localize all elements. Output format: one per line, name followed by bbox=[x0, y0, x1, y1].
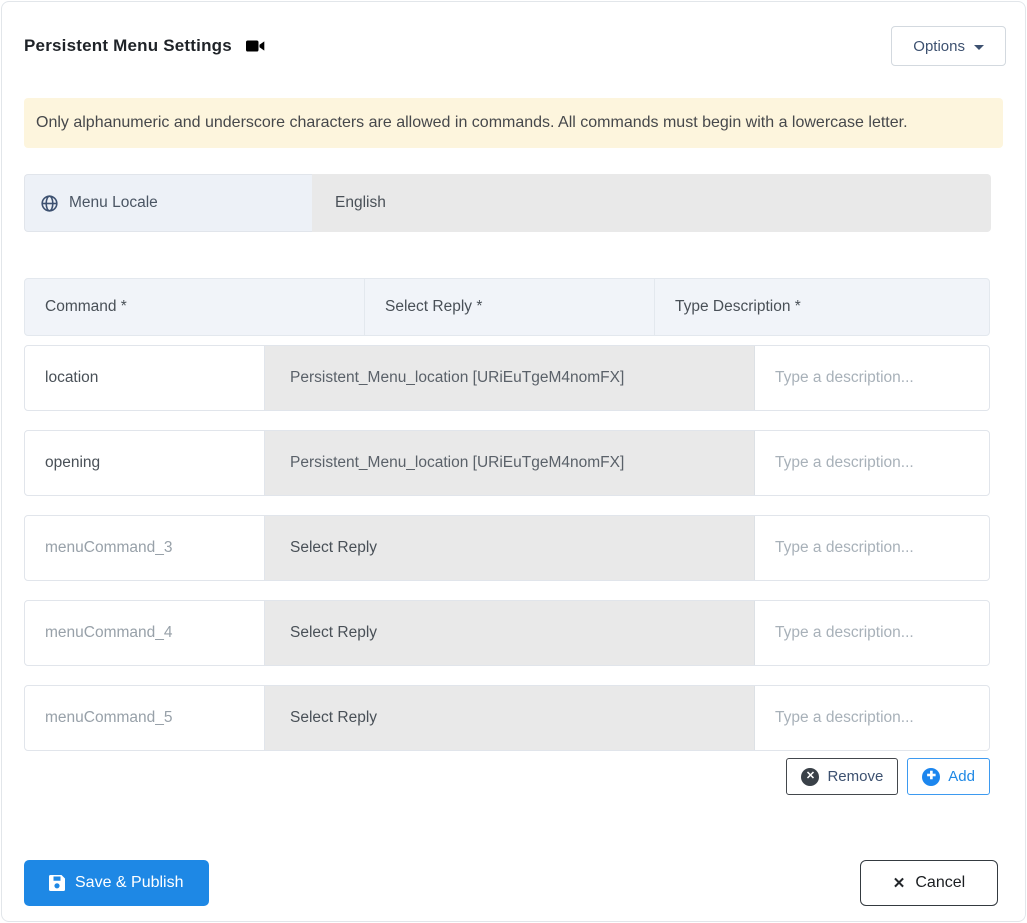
circle-x-icon: ✕ bbox=[801, 767, 820, 786]
command-input[interactable] bbox=[25, 686, 265, 750]
caret-down-icon bbox=[974, 44, 984, 50]
select-reply-value: Select Reply bbox=[290, 624, 378, 641]
select-reply-value: Persistent_Menu_location [URiEuTgeM4nomF… bbox=[290, 369, 625, 386]
save-publish-button[interactable]: Save & Publish bbox=[24, 860, 209, 906]
table-row: Persistent_Menu_location [URiEuTgeM4nomF… bbox=[24, 345, 990, 411]
options-button[interactable]: Options bbox=[891, 26, 1006, 66]
floppy-disk-icon bbox=[49, 875, 65, 891]
header-select-reply: Select Reply * bbox=[365, 279, 655, 335]
select-reply-value: Select Reply bbox=[290, 539, 378, 556]
table-row: Persistent_Menu_location [URiEuTgeM4nomF… bbox=[24, 430, 990, 496]
command-input[interactable] bbox=[25, 346, 265, 410]
description-input[interactable] bbox=[755, 601, 989, 665]
menu-locale-group: Menu Locale English bbox=[24, 174, 991, 232]
select-reply-dropdown[interactable]: Select Reply bbox=[265, 686, 755, 750]
command-input[interactable] bbox=[25, 431, 265, 495]
video-camera-icon bbox=[245, 38, 265, 54]
command-rules-notice: Only alphanumeric and underscore charact… bbox=[24, 98, 1003, 148]
remove-row-button[interactable]: ✕ Remove bbox=[786, 758, 899, 795]
add-button-label: Add bbox=[948, 768, 975, 785]
row-actions: ✕ Remove ✚ Add bbox=[24, 758, 990, 795]
globe-icon bbox=[41, 194, 58, 212]
menu-locale-value: English bbox=[312, 174, 991, 232]
x-mark-icon: ✕ bbox=[892, 875, 906, 892]
select-reply-value: Select Reply bbox=[290, 709, 378, 726]
table-row: Select Reply bbox=[24, 515, 990, 581]
panel-header: Persistent Menu Settings Options bbox=[2, 26, 1025, 66]
description-input[interactable] bbox=[755, 686, 989, 750]
remove-button-label: Remove bbox=[827, 768, 884, 785]
table-row: Select Reply bbox=[24, 685, 990, 751]
select-reply-dropdown[interactable]: Select Reply bbox=[265, 516, 755, 580]
description-input[interactable] bbox=[755, 516, 989, 580]
table-row: Select Reply bbox=[24, 600, 990, 666]
circle-plus-icon: ✚ bbox=[922, 767, 941, 786]
description-input[interactable] bbox=[755, 431, 989, 495]
command-input[interactable] bbox=[25, 601, 265, 665]
description-input[interactable] bbox=[755, 346, 989, 410]
menu-locale-label-text: Menu Locale bbox=[69, 194, 158, 211]
add-row-button[interactable]: ✚ Add bbox=[907, 758, 990, 795]
page-title: Persistent Menu Settings bbox=[24, 36, 232, 55]
save-button-label: Save & Publish bbox=[75, 874, 184, 891]
panel-footer: Save & Publish ✕ Cancel bbox=[2, 860, 1025, 906]
persistent-menu-settings-panel: Persistent Menu Settings Options Only al… bbox=[1, 1, 1026, 922]
cancel-button-label: Cancel bbox=[915, 874, 966, 891]
select-reply-dropdown[interactable]: Persistent_Menu_location [URiEuTgeM4nomF… bbox=[265, 431, 755, 495]
options-button-label: Options bbox=[913, 37, 965, 55]
menu-locale-label: Menu Locale bbox=[24, 174, 312, 232]
menu-locale-value-text: English bbox=[335, 194, 386, 211]
header-type-description: Type Description * bbox=[675, 298, 801, 315]
notice-text: Only alphanumeric and underscore charact… bbox=[36, 114, 908, 131]
header-command: Command * bbox=[25, 279, 365, 335]
select-reply-dropdown[interactable]: Select Reply bbox=[265, 601, 755, 665]
select-reply-value: Persistent_Menu_location [URiEuTgeM4nomF… bbox=[290, 454, 625, 471]
select-reply-dropdown[interactable]: Persistent_Menu_location [URiEuTgeM4nomF… bbox=[265, 346, 755, 410]
commands-table-header: Command * Select Reply * Type Descriptio… bbox=[24, 278, 990, 336]
cancel-button[interactable]: ✕ Cancel bbox=[860, 860, 998, 906]
command-input[interactable] bbox=[25, 516, 265, 580]
